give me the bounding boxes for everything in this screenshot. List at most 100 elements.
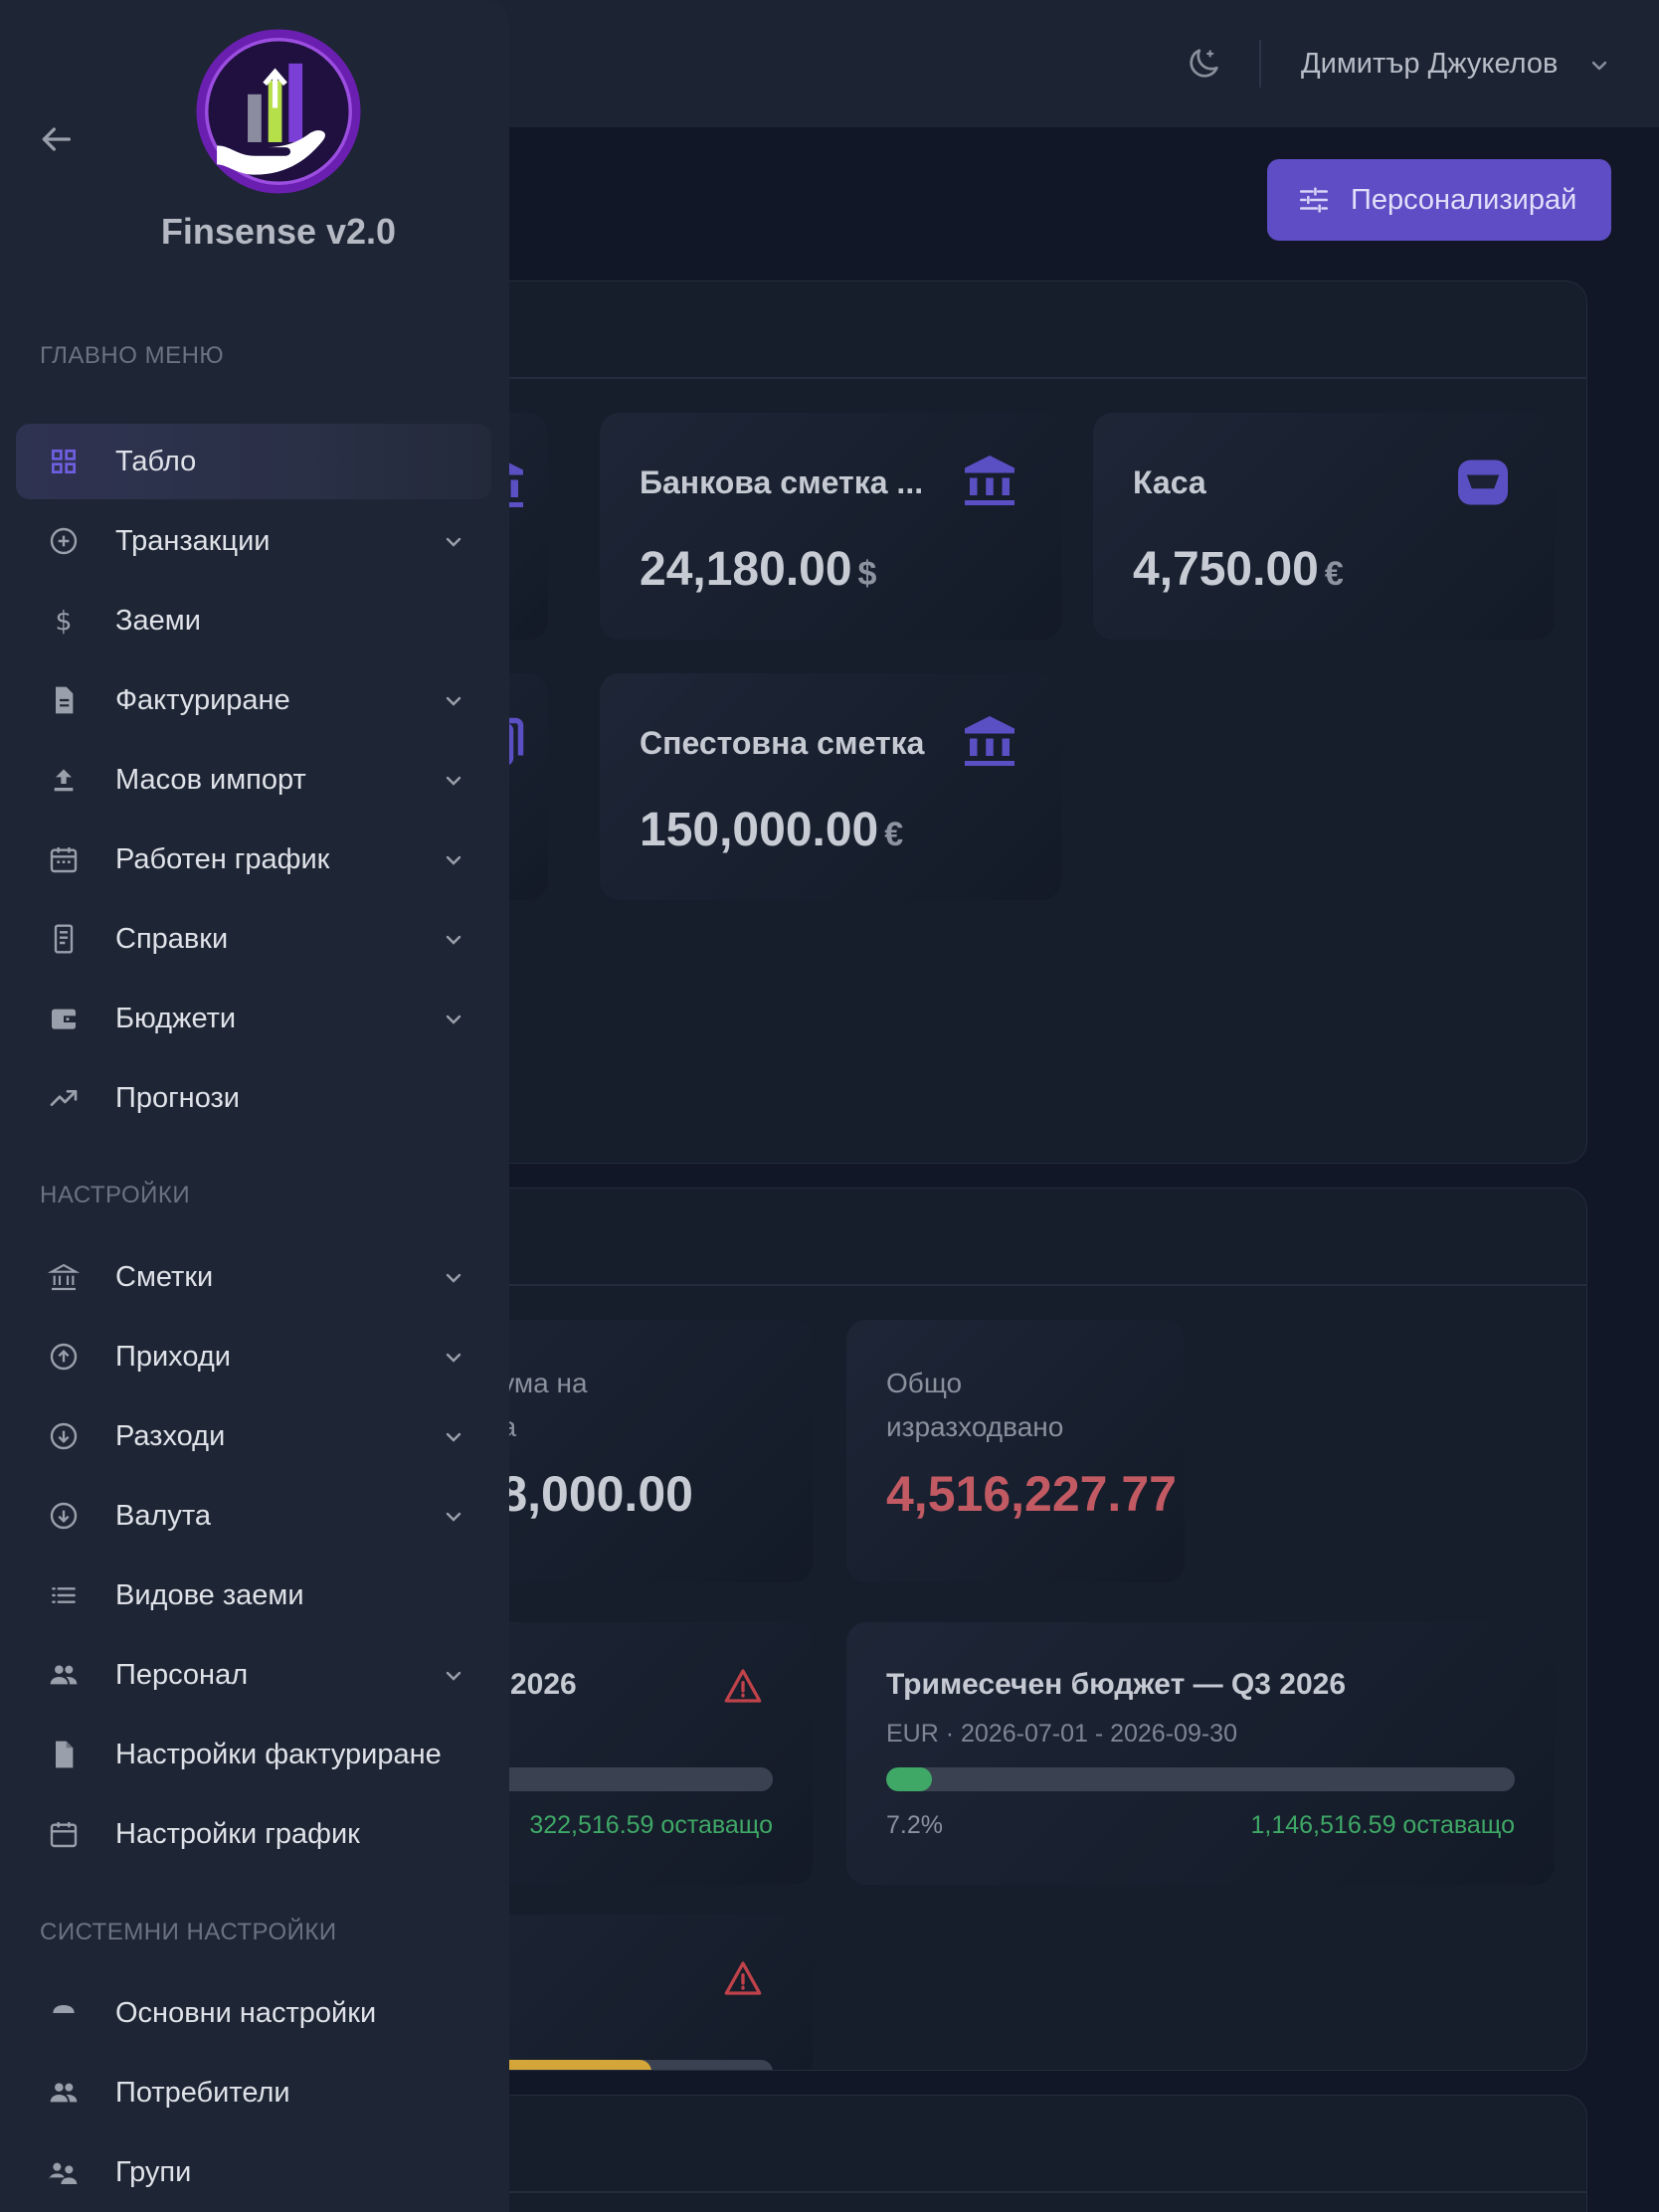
report-icon [54, 924, 74, 954]
budget-spent-card: Общо изразходвано 4,516,227.77 [846, 1320, 1185, 1582]
sidebar-item-reports[interactable]: Справки [16, 901, 491, 977]
dark-mode-toggle-icon[interactable] [1184, 44, 1223, 84]
sidebar-item-work-schedule[interactable]: Работен график [16, 822, 491, 897]
arrow-down-circle-icon [50, 1422, 78, 1450]
panel-divider [379, 1284, 1586, 1286]
sidebar-item-label: Сметки [115, 1261, 214, 1293]
account-name: Спестовна сметка [640, 725, 925, 761]
sliders-icon [1299, 187, 1329, 213]
chevron-down-icon[interactable] [1587, 54, 1611, 78]
sidebar-item-label: Разходи [115, 1420, 226, 1452]
sidebar-item-users[interactable]: Потребители [16, 2055, 491, 2130]
account-balance: 24,180.00 $ [640, 543, 877, 596]
sidebar-item-label: Настройки график [115, 1818, 360, 1850]
account-balance: 4,750.00 € [1133, 543, 1344, 596]
account-balance: 150,000.00 € [640, 804, 904, 856]
panel-divider [379, 377, 1586, 379]
sidebar-item-label: Приходи [115, 1341, 231, 1373]
budget-card[interactable]: Тримесечен бюджет — Q3 2026 EUR · 2026-0… [846, 1622, 1555, 1885]
section-title-main: ГЛАВНО МЕНЮ [40, 342, 225, 369]
sidebar-item-label: Персонал [115, 1659, 249, 1691]
wallet-icon [52, 1009, 76, 1029]
budget-remaining: 1,146,516.59 оставащо [1250, 1811, 1516, 1839]
chevron-down-icon [446, 1671, 461, 1681]
budget-title: 2026 [510, 1668, 577, 1701]
sidebar-item-label: Валута [115, 1500, 211, 1532]
account-card[interactable]: Спестовна сметка 150,000.00 € [600, 673, 1061, 900]
sidebar-item-expenses[interactable]: Разходи [16, 1398, 491, 1474]
customize-button-label: Персонализирай [1351, 183, 1577, 216]
sidebar-item-staff[interactable]: Персонал [16, 1637, 491, 1713]
grid-icon [51, 450, 76, 473]
accounts-panel: Банкова сметка ... 24,180.00 $ Каса 4,750… [378, 280, 1587, 1164]
section-title-settings: НАСТРОЙКИ [40, 1182, 191, 1208]
trending-up-icon [50, 1090, 78, 1106]
panel-divider [379, 2191, 1586, 2193]
people-icon [50, 1665, 78, 1685]
sidebar-item-incomes[interactable]: Приходи [16, 1319, 491, 1394]
hat-icon [53, 2005, 75, 2013]
plus-circle-icon [50, 527, 78, 555]
dashboard-panel [378, 2095, 1587, 2212]
budget-spent-value: 4,516,227.77 [886, 1466, 1177, 1522]
section-title-system: СИСТЕМНИ НАСТРОЙКИ [40, 1919, 337, 1945]
sidebar-item-invoicing[interactable]: Фактуриране [16, 662, 491, 738]
sidebar-item-currency[interactable]: Валута [16, 1478, 491, 1554]
warning-icon [724, 1961, 762, 1995]
bank-icon [48, 1263, 80, 1291]
sidebar-item-budgets[interactable]: Бюджети [16, 981, 491, 1056]
sidebar-item-bulk-import[interactable]: Масов импорт [16, 742, 491, 818]
sidebar: Finsense v2.0 ГЛАВНО МЕНЮ Табло Транзакц… [0, 0, 509, 2212]
sidebar-item-loans[interactable]: $ Заеми [16, 583, 491, 658]
app-logo [196, 29, 361, 194]
back-arrow-icon[interactable] [36, 119, 76, 159]
budget-spent-label: Общо изразходвано [886, 1368, 1064, 1442]
sidebar-item-label: Потребители [115, 2077, 290, 2109]
sidebar-item-label: Работен график [115, 843, 330, 875]
account-name: Каса [1133, 464, 1206, 500]
sidebar-item-schedule-settings[interactable]: Настройки график [16, 1796, 491, 1872]
sidebar-item-accounts[interactable]: Сметки [16, 1239, 491, 1315]
document-icon [56, 686, 74, 714]
sidebar-item-label: Бюджети [115, 1003, 237, 1034]
sidebar-item-label: Масов импорт [115, 764, 306, 796]
sidebar-item-label: Заеми [115, 605, 201, 637]
sidebar-item-label: Фактуриране [115, 684, 290, 716]
sidebar-item-groups[interactable]: Групи [16, 2134, 491, 2210]
arrow-up-circle-icon [50, 1343, 78, 1371]
svg-text:$: $ [56, 606, 73, 637]
account-card[interactable]: Каса 4,750.00 € [1093, 413, 1555, 640]
account-name: Банкова сметка ... [640, 464, 924, 500]
sidebar-item-label: Прогнози [115, 1082, 240, 1114]
chevron-down-icon [446, 776, 461, 786]
customize-button[interactable]: Персонализирай [1267, 159, 1611, 241]
budget-percent: 7.2% [886, 1811, 943, 1839]
chevron-down-icon [446, 1432, 461, 1442]
dollar-icon: $ [56, 606, 73, 637]
chevron-down-icon [446, 855, 461, 865]
sidebar-item-general-settings[interactable]: Основни настройки [16, 1975, 491, 2051]
calendar-icon [50, 847, 78, 873]
arrow-down-circle-icon [50, 1502, 78, 1530]
app-title: Finsense v2.0 [160, 211, 397, 252]
budget-progress-fill [886, 1767, 932, 1791]
sidebar-item-transactions[interactable]: Транзакции [16, 503, 491, 579]
chevron-down-icon [446, 1353, 461, 1363]
sidebar-item-label: Табло [115, 446, 197, 477]
groups-icon [49, 2162, 78, 2184]
sidebar-item-dashboard[interactable]: Табло [16, 424, 491, 499]
bank-icon [965, 716, 1014, 766]
sidebar-item-label: Видове заеми [115, 1579, 304, 1611]
account-card[interactable]: Банкова сметка ... 24,180.00 $ [600, 413, 1061, 640]
upload-icon [54, 769, 74, 792]
sidebar-item-label: Транзакции [115, 525, 271, 557]
budget-title: Тримесечен бюджет — Q3 2026 [886, 1668, 1347, 1701]
calendar-icon [50, 1822, 78, 1848]
budget-period: EUR · 2026-07-01 - 2026-09-30 [886, 1720, 1237, 1748]
sidebar-item-invoice-settings[interactable]: Настройки фактуриране [16, 1717, 491, 1792]
user-menu[interactable]: Димитър Джукелов [1301, 44, 1558, 84]
budget-remaining: 322,516.59 оставащо [529, 1811, 773, 1839]
list-icon [52, 1587, 76, 1603]
sidebar-item-loan-types[interactable]: Видове заеми [16, 1558, 491, 1633]
sidebar-item-forecasts[interactable]: Прогнози [16, 1060, 491, 1136]
